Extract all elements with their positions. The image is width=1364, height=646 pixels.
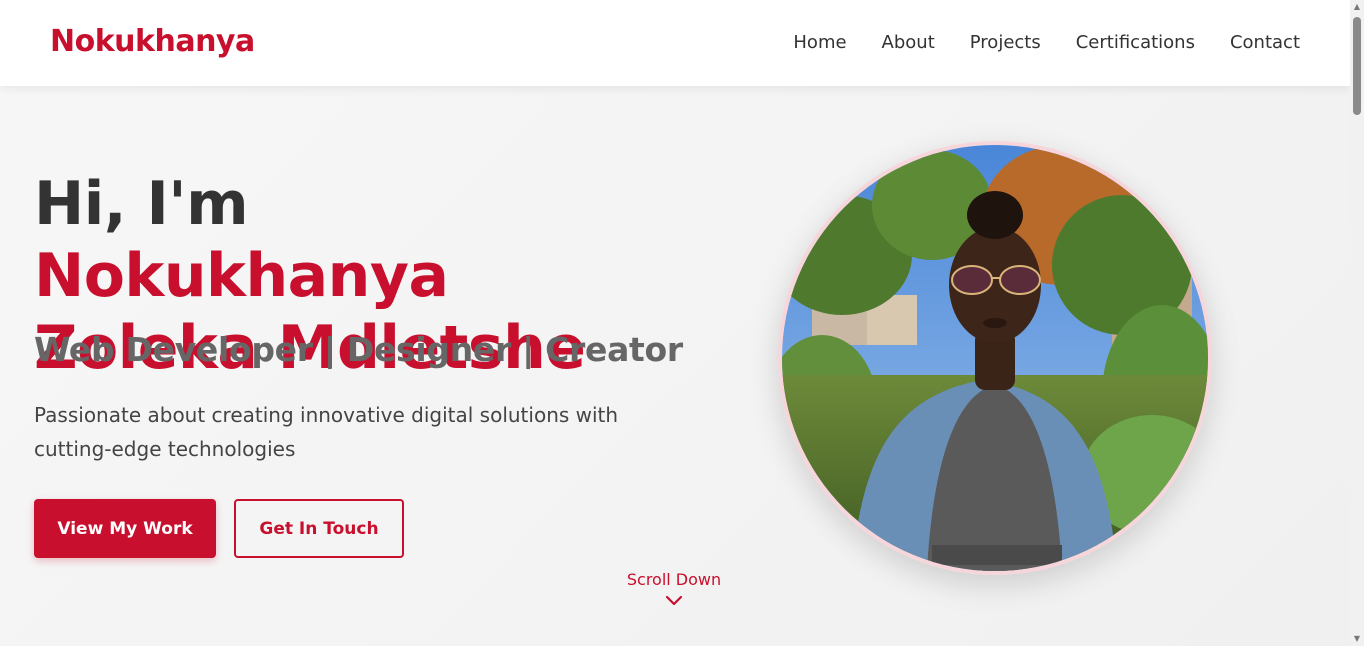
scroll-down-link[interactable]: Scroll Down <box>604 570 744 607</box>
hero-subtitle: Web Developer | Designer | Creator <box>34 330 683 369</box>
nav-link-contact[interactable]: Contact <box>1230 32 1300 53</box>
view-my-work-button[interactable]: View My Work <box>34 499 216 558</box>
navbar: Nokukhanya Home About Projects Certifica… <box>0 0 1350 86</box>
scrollbar-thumb[interactable] <box>1353 17 1361 115</box>
get-in-touch-button[interactable]: Get In Touch <box>234 499 404 558</box>
hero-name-first: Nokukhanya <box>34 241 449 311</box>
chevron-down-icon <box>665 595 683 606</box>
nav-link-certifications[interactable]: Certifications <box>1076 32 1195 53</box>
hero-description: Passionate about creating innovative dig… <box>34 403 619 461</box>
hero-greeting: Hi, I'm <box>34 169 249 239</box>
scroll-down-label: Scroll Down <box>626 570 722 589</box>
page-scrollbar[interactable]: ▲ ▼ <box>1350 0 1364 646</box>
nav-link-home[interactable]: Home <box>793 32 846 53</box>
profile-photo <box>778 141 1212 575</box>
profile-photo-illustration <box>782 145 1208 571</box>
nav-links: Home About Projects Certifications Conta… <box>793 32 1300 53</box>
nav-link-projects[interactable]: Projects <box>970 32 1041 53</box>
brand-logo[interactable]: Nokukhanya <box>50 24 255 59</box>
scroll-up-arrow-icon[interactable]: ▲ <box>1353 3 1361 11</box>
nav-link-about[interactable]: About <box>882 32 935 53</box>
page-viewport: Nokukhanya Home About Projects Certifica… <box>0 0 1350 646</box>
scroll-down-arrow-icon[interactable]: ▼ <box>1353 635 1361 643</box>
